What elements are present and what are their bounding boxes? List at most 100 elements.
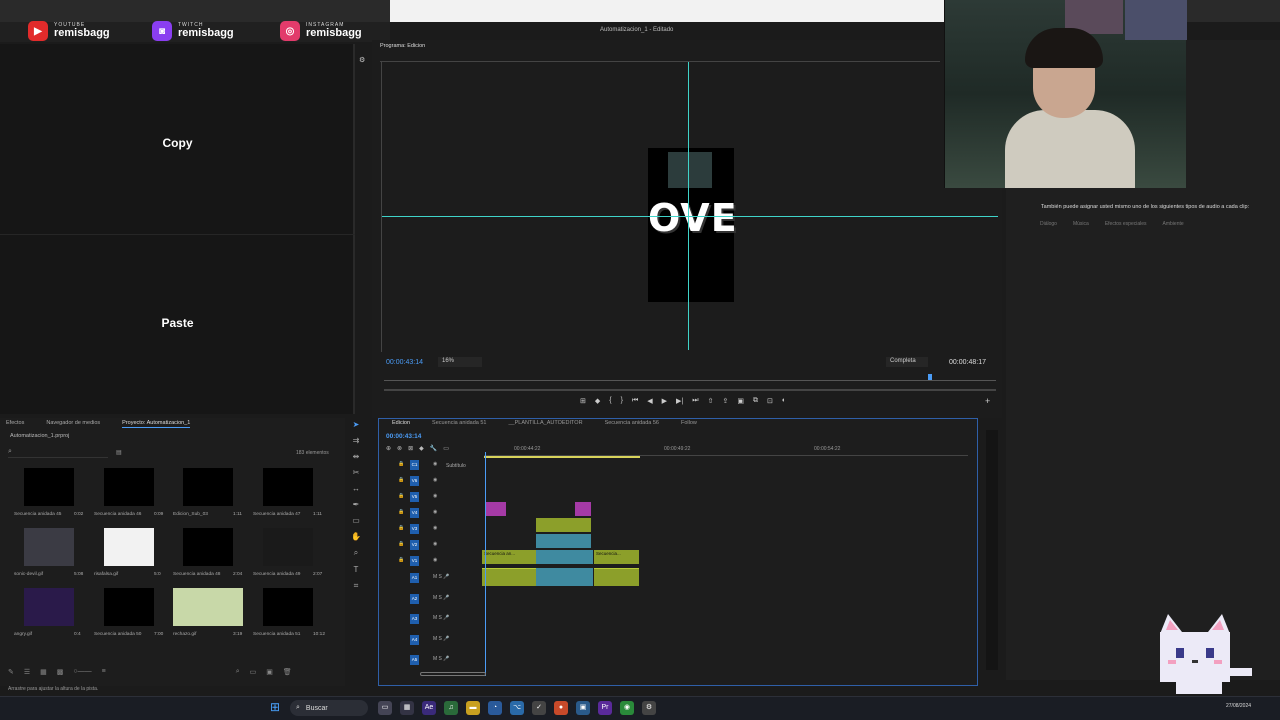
linked-selection-icon[interactable]: ⊗ [397, 445, 402, 452]
eye-icon[interactable]: ◉ [433, 525, 443, 539]
project-item-thumbnail[interactable] [24, 468, 74, 506]
clip-video-v1[interactable]: Secuencia an... [482, 550, 536, 564]
clip-pink[interactable] [575, 502, 591, 516]
tab-effects[interactable]: Efectos [6, 420, 24, 428]
add-button-icon[interactable]: + [985, 396, 990, 406]
zoom-scrollbar[interactable] [384, 389, 996, 391]
ripple-edit-icon[interactable]: ⇹ [353, 452, 360, 461]
play-icon[interactable]: ▶ [662, 397, 667, 405]
clip-audio[interactable] [594, 568, 639, 586]
clip-pink[interactable] [486, 502, 506, 516]
new-bin-icon[interactable]: ▤ [116, 449, 122, 456]
project-item-thumbnail[interactable] [104, 468, 154, 506]
app-icon[interactable]: ▦ [400, 701, 414, 715]
go-to-out-icon[interactable]: ⏭ [692, 397, 698, 405]
tab-follow[interactable]: Follow [681, 420, 697, 426]
current-timecode[interactable]: 00:00:43:14 [386, 359, 423, 366]
zoom-slider-icon[interactable]: ○—— [73, 668, 91, 676]
app-icon[interactable]: ▣ [576, 701, 590, 715]
tab-plantilla[interactable]: __PLANTILLA_AUTOEDITOR [508, 420, 582, 426]
audio-type-sfx[interactable]: Efectos especiales [1105, 221, 1147, 227]
mute-solo-mic-icons[interactable]: M S 🎤 [433, 656, 463, 670]
tab-edicion[interactable]: Edicion [392, 420, 410, 426]
lock-icon[interactable]: 🔒 [398, 557, 408, 571]
zoom-tool-icon[interactable]: ⌕ [354, 548, 358, 558]
tab-sequence-56[interactable]: Secuencia anidada 56 [605, 420, 659, 426]
track-id-v4[interactable]: V4 [410, 508, 419, 518]
chrome-icon[interactable]: ◉ [620, 701, 634, 715]
tab-project[interactable]: Proyecto: Automatizacion_1 [122, 420, 191, 428]
edge-icon[interactable]: ◔ [488, 701, 502, 715]
timeline-timecode[interactable]: 00:00:43:14 [386, 433, 421, 440]
timeline-scrollbar[interactable] [420, 672, 486, 676]
pen-tool-icon[interactable]: ✒ [353, 500, 360, 509]
clip-blue[interactable] [536, 534, 591, 548]
timeline-ruler[interactable] [484, 444, 968, 456]
file-explorer-icon[interactable]: ▬ [466, 701, 480, 715]
project-item-thumbnail[interactable] [183, 528, 233, 566]
track-id-v6[interactable]: V6 [410, 476, 419, 486]
vscode-icon[interactable]: ⌥ [510, 701, 524, 715]
mute-solo-mic-icons[interactable]: M S 🎤 [433, 595, 463, 609]
premiere-icon[interactable]: Pr [598, 701, 612, 715]
camera-icon[interactable]: ▣ [737, 397, 744, 405]
mute-solo-mic-icons[interactable]: M S 🎤 [433, 615, 463, 629]
eye-icon[interactable]: ◉ [433, 477, 443, 491]
track-id-a4[interactable]: A4 [410, 634, 419, 645]
extract-icon[interactable]: ⇪ [722, 397, 728, 405]
audio-type-music[interactable]: Música [1073, 221, 1089, 227]
playhead-marker[interactable] [928, 374, 932, 380]
new-bin-icon[interactable]: ▭ [250, 668, 257, 676]
trash-icon[interactable]: 🗑 [283, 668, 292, 676]
track-id-v3[interactable]: V3 [410, 524, 419, 534]
add-marker-icon[interactable]: ◆ [595, 397, 600, 405]
clip-audio[interactable] [482, 568, 536, 586]
vr-icon[interactable]: ◐ [782, 397, 786, 405]
track-id-v2[interactable]: V2 [410, 540, 419, 550]
freeform-view-icon[interactable]: ▩ [57, 668, 64, 676]
clip-blue[interactable] [536, 550, 593, 564]
project-item-thumbnail[interactable] [104, 528, 154, 566]
project-item-thumbnail[interactable] [263, 588, 313, 626]
lock-icon[interactable]: 🔒 [398, 509, 408, 523]
track-id-c1[interactable]: C1 [410, 460, 419, 470]
scrub-ruler[interactable] [384, 373, 996, 381]
new-item-icon[interactable]: ▣ [266, 668, 273, 676]
firefox-icon[interactable]: ● [554, 701, 568, 715]
clip-video-v1[interactable]: Secuencia... [594, 550, 639, 564]
mark-out-icon[interactable]: } [621, 397, 623, 405]
eye-icon[interactable]: ◉ [433, 541, 443, 555]
compare-icon[interactable]: ⧉ [753, 397, 758, 405]
step-forward-icon[interactable]: ▶| [676, 397, 683, 405]
track-select-icon[interactable]: ⇉ [353, 436, 360, 445]
clip-audio[interactable] [536, 568, 593, 586]
work-area-bar[interactable] [484, 456, 640, 458]
track-id-a5[interactable]: A5 [410, 655, 419, 665]
lock-icon[interactable]: 🔒 [398, 525, 408, 539]
audio-type-dialogue[interactable]: Diálogo [1040, 221, 1057, 227]
project-item-thumbnail[interactable] [263, 468, 313, 506]
marker-icon[interactable]: ⊞ [580, 397, 586, 405]
quality-select[interactable]: Completa [886, 357, 928, 367]
project-item-thumbnail[interactable] [263, 528, 313, 566]
captions-icon[interactable]: ▭ [443, 445, 449, 452]
hand-tool-icon[interactable]: ✋ [351, 532, 361, 541]
go-to-in-icon[interactable]: ⏮ [632, 397, 638, 405]
snap-icon[interactable]: ⊕ [386, 445, 391, 452]
pencil-icon[interactable]: ✎ [8, 668, 14, 676]
mark-in-icon[interactable]: { [609, 397, 611, 405]
rectangle-tool-icon[interactable]: ▭ [352, 516, 360, 525]
project-item-thumbnail[interactable] [183, 468, 233, 506]
wrench-icon[interactable]: 🔧 [430, 445, 437, 452]
project-item-thumbnail[interactable] [24, 528, 74, 566]
eye-icon[interactable]: ◉ [433, 557, 443, 571]
after-effects-icon[interactable]: Ae [422, 701, 436, 715]
eye-icon[interactable]: ◉ [433, 461, 443, 475]
selection-tool-icon[interactable]: ➤ [353, 420, 360, 429]
slip-tool-icon[interactable]: ↔ [352, 484, 360, 493]
app-icon[interactable]: ✓ [532, 701, 546, 715]
taskbar-search[interactable]: ⌕ Buscar [290, 700, 368, 716]
lock-icon[interactable]: 🔒 [398, 541, 408, 555]
mute-solo-mic-icons[interactable]: M S 🎤 [433, 574, 463, 588]
vertical-guide[interactable] [688, 62, 689, 350]
